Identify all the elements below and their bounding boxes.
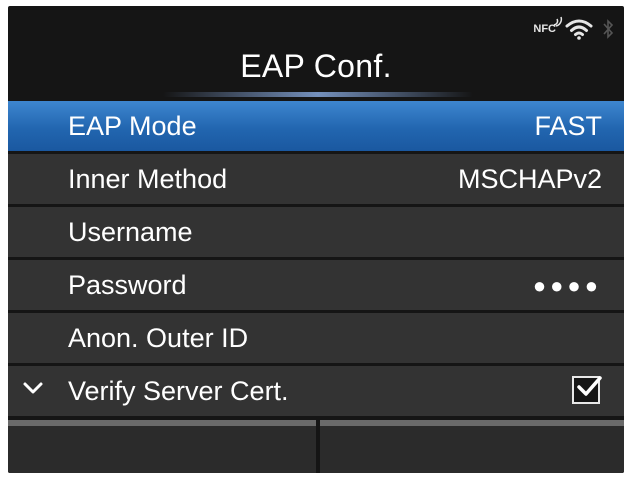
- password-mask: ●●●●: [532, 273, 602, 298]
- menu-item-label: Inner Method: [68, 163, 228, 194]
- menu-item-eap-mode[interactable]: EAP Mode FAST: [8, 101, 624, 151]
- wifi-icon: [565, 19, 593, 40]
- menu-item-verify-server-cert[interactable]: Verify Server Cert.: [8, 366, 624, 416]
- menu-item-username[interactable]: Username: [8, 207, 624, 257]
- settings-menu: EAP Mode FAST Inner Method MSCHAPv2 User…: [8, 101, 624, 419]
- menu-item-label: Password: [68, 269, 187, 300]
- menu-item-label: Username: [68, 216, 193, 247]
- menu-item-label: EAP Mode: [68, 110, 197, 141]
- printer-screen: NFC EAP Conf. EAP Mode FAST Inner Method…: [8, 6, 624, 473]
- status-bar: NFC: [533, 14, 614, 44]
- menu-item-label: Anon. Outer ID: [68, 322, 249, 353]
- nfc-icon: NFC: [533, 16, 563, 35]
- menu-item-anon-outer-id[interactable]: Anon. Outer ID: [8, 313, 624, 363]
- menu-item-value: MSCHAPv2: [457, 163, 602, 194]
- menu-item-label: Verify Server Cert.: [68, 375, 289, 406]
- menu-item-password[interactable]: Password ●●●●: [8, 260, 624, 310]
- menu-item-value: FAST: [534, 110, 602, 141]
- page-title: EAP Conf.: [240, 48, 392, 84]
- softkey-left[interactable]: [8, 420, 316, 473]
- verify-cert-checkbox[interactable]: [572, 376, 602, 404]
- title-underline: [163, 92, 473, 97]
- softkey-bar: [8, 420, 624, 473]
- chevron-down-icon[interactable]: [22, 380, 44, 396]
- checkbox-icon: [577, 376, 602, 396]
- nfc-waves-icon: [554, 16, 563, 27]
- bluetooth-icon: [603, 19, 614, 39]
- menu-item-inner-method[interactable]: Inner Method MSCHAPv2: [8, 154, 624, 204]
- softkey-right[interactable]: [320, 420, 624, 473]
